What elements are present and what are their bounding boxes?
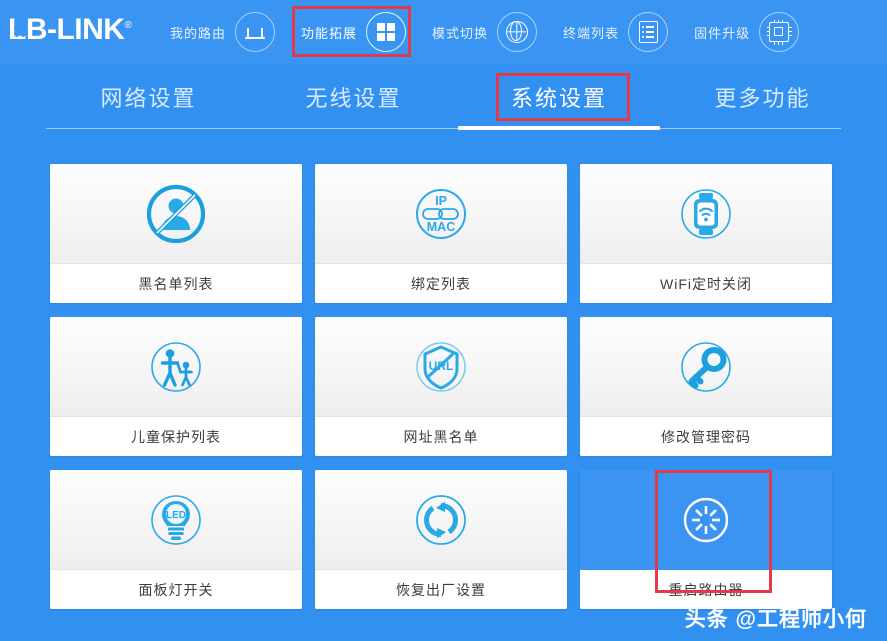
chip-icon <box>759 12 800 52</box>
card-url-blacklist-label: 网址黑名单 <box>315 417 567 456</box>
tab-bar: 网络设置 无线设置 系统设置 更多功能 <box>0 64 887 130</box>
top-navigation: 我的路由 功能拓展 模式切换 终端列表 固件升级 <box>170 0 809 64</box>
nav-item-client-list[interactable]: 终端列表 <box>563 0 669 64</box>
top-bar: LB-LINK® 我的路由 功能拓展 模式切换 终端列表 固件升级 <box>0 0 887 64</box>
feature-card-grid: 黑名单列表 IP MAC 绑定列表 WiFi定时关闭 儿童保护列表 网址黑名单 … <box>50 164 836 623</box>
parental-control-icon <box>144 335 208 399</box>
card-parental-control-icon-area <box>50 317 302 417</box>
card-binding-list-label: 绑定列表 <box>315 264 567 303</box>
nav-item-client-list-label: 终端列表 <box>563 25 620 41</box>
card-wifi-timer[interactable]: WiFi定时关闭 <box>580 164 832 303</box>
card-reboot-router[interactable]: 重启路由器 <box>580 470 832 609</box>
svg-text:MAC: MAC <box>427 220 455 234</box>
tab-network-settings[interactable]: 网络设置 <box>46 64 251 130</box>
card-binding-list-icon-area: IP MAC <box>315 164 567 264</box>
card-factory-reset-label: 恢复出厂设置 <box>315 570 567 609</box>
nav-item-firmware-upgrade-label: 固件升级 <box>694 25 751 41</box>
card-wifi-timer-label: WiFi定时关闭 <box>580 264 832 303</box>
card-factory-reset[interactable]: 恢复出厂设置 <box>315 470 567 609</box>
card-url-blacklist[interactable]: URL 网址黑名单 <box>315 317 567 456</box>
card-wifi-timer-icon-area <box>580 164 832 264</box>
nav-item-feature-expansion-label: 功能拓展 <box>301 25 358 41</box>
globe-icon <box>497 12 538 52</box>
card-change-password[interactable]: 修改管理密码 <box>580 317 832 456</box>
card-blacklist[interactable]: 黑名单列表 <box>50 164 302 303</box>
card-blacklist-icon-area <box>50 164 302 264</box>
list-icon <box>628 12 669 52</box>
nav-item-mode-switch[interactable]: 模式切换 <box>432 0 538 64</box>
svg-text:LED: LED <box>166 510 186 521</box>
tab-more-features[interactable]: 更多功能 <box>660 64 865 130</box>
tab-system-settings[interactable]: 系统设置 <box>458 64 660 130</box>
tab-underline <box>46 128 841 129</box>
card-change-password-icon-area <box>580 317 832 417</box>
card-led-switch-icon-area: LED <box>50 470 302 570</box>
key-icon <box>674 335 738 399</box>
card-factory-reset-icon-area <box>315 470 567 570</box>
card-url-blacklist-icon-area: URL <box>315 317 567 417</box>
card-parental-control-label: 儿童保护列表 <box>50 417 302 456</box>
card-row-1: 黑名单列表 IP MAC 绑定列表 WiFi定时关闭 <box>50 164 836 303</box>
router-icon <box>235 12 276 52</box>
factory-reset-icon <box>409 488 473 552</box>
tab-active-indicator <box>458 126 660 130</box>
card-led-switch-label: 面板灯开关 <box>50 570 302 609</box>
wifi-timer-icon <box>674 182 738 246</box>
card-row-2: 儿童保护列表 URL 网址黑名单 <box>50 317 836 456</box>
card-row-3: LED 面板灯开关 恢复出厂设置 重启路由器 <box>50 470 836 609</box>
nav-item-firmware-upgrade[interactable]: 固件升级 <box>694 0 800 64</box>
url-shield-icon: URL <box>409 335 473 399</box>
blacklist-user-icon <box>144 182 208 246</box>
led-bulb-icon: LED <box>144 488 208 552</box>
watermark: 头条 @工程师小何 <box>684 608 867 631</box>
nav-item-my-router[interactable]: 我的路由 <box>170 0 276 64</box>
card-led-switch[interactable]: LED 面板灯开关 <box>50 470 302 609</box>
nav-item-my-router-label: 我的路由 <box>170 25 227 41</box>
card-blacklist-label: 黑名单列表 <box>50 264 302 303</box>
tab-wireless-settings[interactable]: 无线设置 <box>251 64 456 130</box>
card-reboot-router-icon-area <box>580 470 832 570</box>
svg-text:IP: IP <box>435 194 447 208</box>
registered-mark: ® <box>124 20 132 31</box>
nav-item-feature-expansion[interactable]: 功能拓展 <box>301 0 407 64</box>
card-change-password-label: 修改管理密码 <box>580 417 832 456</box>
card-parental-control[interactable]: 儿童保护列表 <box>50 317 302 456</box>
nav-item-mode-switch-label: 模式切换 <box>432 25 489 41</box>
card-binding-list[interactable]: IP MAC 绑定列表 <box>315 164 567 303</box>
ip-mac-bind-icon: IP MAC <box>409 182 473 246</box>
brand-logo-text: LB-LINK® <box>8 13 132 46</box>
grid-icon <box>366 12 407 52</box>
brand-logo[interactable]: LB-LINK® <box>8 10 132 50</box>
reboot-icon <box>674 488 738 552</box>
